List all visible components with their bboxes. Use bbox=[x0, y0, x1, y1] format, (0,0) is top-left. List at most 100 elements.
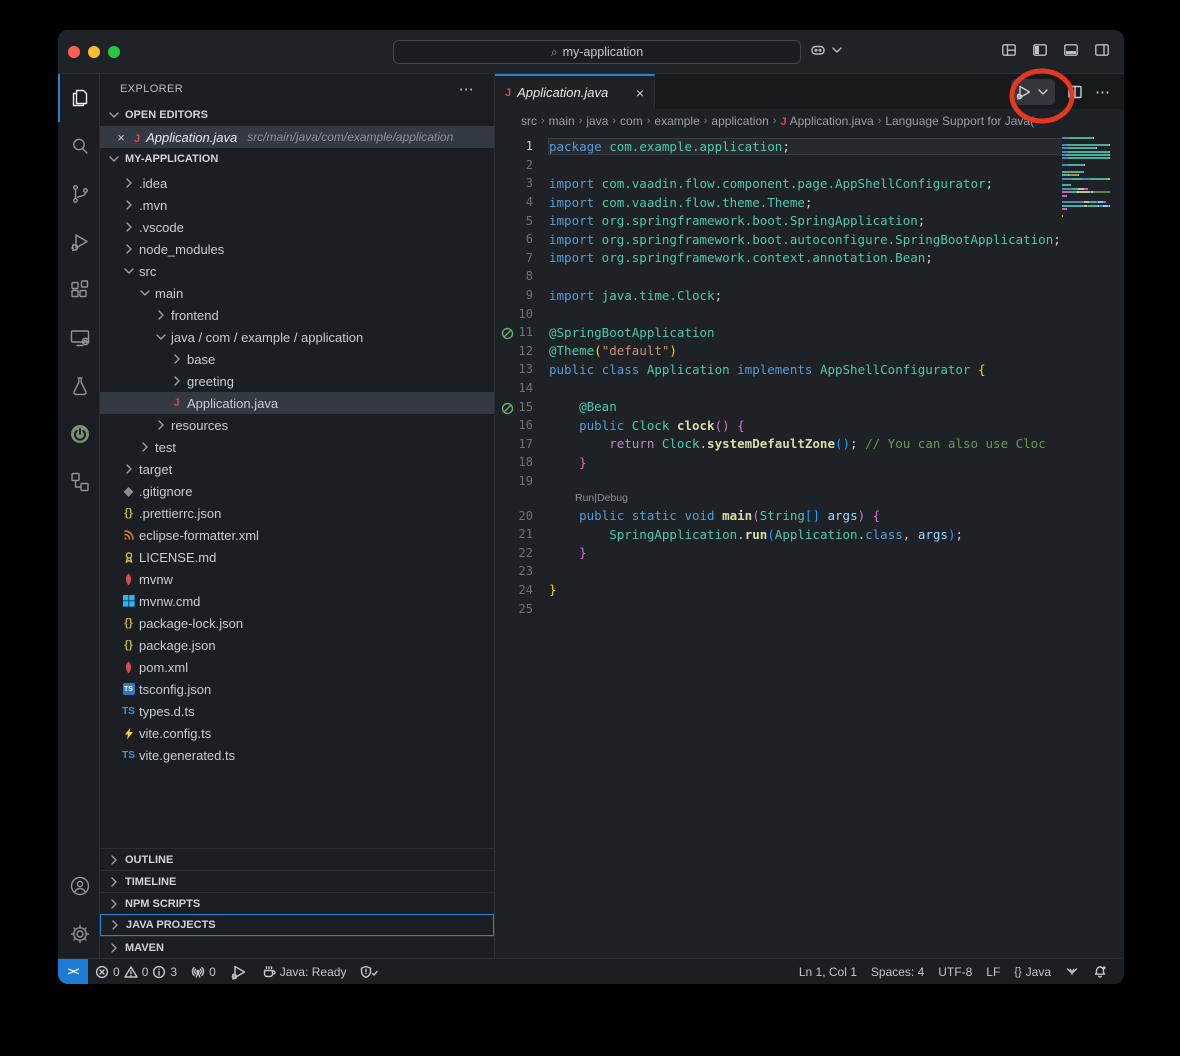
warning-count: 0 bbox=[142, 965, 149, 979]
breadcrumb-language-support-for-java-[interactable]: Language Support for Java( bbox=[885, 114, 1034, 128]
activity-source-control[interactable] bbox=[58, 170, 99, 218]
tree-item-base[interactable]: base bbox=[100, 348, 494, 370]
activity-settings[interactable] bbox=[58, 910, 99, 958]
tree-item-pom-xml[interactable]: pom.xml bbox=[100, 656, 494, 678]
tree-item-label: src bbox=[139, 264, 156, 279]
activity-spring-boot-dashboard[interactable] bbox=[58, 410, 99, 458]
tree-item-mvnw[interactable]: mvnw bbox=[100, 568, 494, 590]
breadcrumb-application[interactable]: application bbox=[711, 114, 768, 128]
tree-item--vscode[interactable]: .vscode bbox=[100, 216, 494, 238]
activity-remote-explorer[interactable] bbox=[58, 314, 99, 362]
tree-item-package-json[interactable]: {}package.json bbox=[100, 634, 494, 656]
language-mode[interactable]: {}Java bbox=[1007, 959, 1058, 984]
breadcrumb-com[interactable]: com bbox=[620, 114, 643, 128]
activity-testing[interactable] bbox=[58, 362, 99, 410]
run-java-button[interactable] bbox=[1011, 79, 1055, 105]
panel-right-icon[interactable] bbox=[1094, 42, 1110, 58]
tree-item-java-com-example-application[interactable]: java / com / example / application bbox=[100, 326, 494, 348]
command-center-search[interactable]: ⌕ my-application bbox=[393, 40, 801, 64]
indentation[interactable]: Spaces: 4 bbox=[864, 959, 931, 984]
tree-item-mvnw-cmd[interactable]: mvnw.cmd bbox=[100, 590, 494, 612]
activity-search[interactable] bbox=[58, 122, 99, 170]
editor-more-actions-button[interactable]: ⋯ bbox=[1095, 83, 1110, 101]
tab-application-java[interactable]: J Application.java × bbox=[495, 74, 655, 109]
tree-item-label: test bbox=[155, 440, 176, 455]
encoding[interactable]: UTF-8 bbox=[931, 959, 979, 984]
breadcrumb-application-java[interactable]: JApplication.java bbox=[780, 114, 873, 128]
customize-layout-icon[interactable] bbox=[1001, 42, 1017, 58]
codelens-debug-link[interactable]: Debug bbox=[597, 492, 628, 504]
tree-item-tsconfig-json[interactable]: TStsconfig.json bbox=[100, 678, 494, 700]
cursor-position[interactable]: Ln 1, Col 1 bbox=[792, 959, 864, 984]
tree-item-node-modules[interactable]: node_modules bbox=[100, 238, 494, 260]
split-editor-icon[interactable] bbox=[1067, 84, 1083, 100]
section-timeline[interactable]: TIMELINE bbox=[100, 870, 494, 892]
tree-item-test[interactable]: test bbox=[100, 436, 494, 458]
tree-item--mvn[interactable]: .mvn bbox=[100, 194, 494, 216]
open-editors-header[interactable]: OPEN EDITORS bbox=[100, 104, 494, 126]
section-outline[interactable]: OUTLINE bbox=[100, 848, 494, 870]
code-editor[interactable]: 1package com.example.application;23impor… bbox=[495, 133, 1124, 958]
chevron-down-icon[interactable] bbox=[1035, 84, 1051, 100]
close-window-button[interactable] bbox=[68, 46, 80, 58]
tree-item-application-java[interactable]: JApplication.java bbox=[100, 392, 494, 414]
project-root-header[interactable]: MY-APPLICATION bbox=[100, 148, 494, 170]
activity-explorer[interactable] bbox=[58, 74, 99, 122]
workspace-trust[interactable] bbox=[353, 959, 385, 984]
panel-left-icon[interactable] bbox=[1032, 42, 1048, 58]
tree-item-vite-config-ts[interactable]: vite.config.ts bbox=[100, 722, 494, 744]
breadcrumb-java[interactable]: java bbox=[586, 114, 608, 128]
section-maven[interactable]: MAVEN bbox=[100, 936, 494, 958]
section-npm-scripts[interactable]: NPM SCRIPTS bbox=[100, 892, 494, 914]
activity-java-projects[interactable] bbox=[58, 458, 99, 506]
line-number: 1 bbox=[495, 139, 549, 153]
vaadin-status[interactable] bbox=[1058, 959, 1086, 984]
minimize-window-button[interactable] bbox=[88, 46, 100, 58]
code-line-21: 21 SpringApplication.run(Application.cla… bbox=[495, 525, 1124, 544]
tree-item--idea[interactable]: .idea bbox=[100, 172, 494, 194]
tree-item--prettierrc-json[interactable]: {}.prettierrc.json bbox=[100, 502, 494, 524]
tree-item--gitignore[interactable]: ◆.gitignore bbox=[100, 480, 494, 502]
section-java-projects[interactable]: JAVA PROJECTS bbox=[100, 914, 494, 936]
minimap[interactable] bbox=[1062, 135, 1110, 958]
open-editor-item[interactable]: ×JApplication.javasrc/main/java/com/exam… bbox=[100, 126, 494, 148]
breadcrumb-example[interactable]: example bbox=[654, 114, 699, 128]
spring-bean-icon[interactable] bbox=[501, 327, 514, 340]
java-status[interactable]: Java: Ready bbox=[255, 959, 354, 984]
remote-indicator[interactable]: >< bbox=[58, 959, 88, 984]
close-editor-icon[interactable]: × bbox=[114, 130, 128, 145]
breadcrumb-main[interactable]: main bbox=[549, 114, 575, 128]
minimap-line bbox=[1062, 157, 1110, 159]
tree-item-greeting[interactable]: greeting bbox=[100, 370, 494, 392]
tree-item-package-lock-json[interactable]: {}package-lock.json bbox=[100, 612, 494, 634]
chevron-right-icon bbox=[120, 241, 137, 257]
activity-extensions[interactable] bbox=[58, 266, 99, 314]
explorer-more-actions-button[interactable]: ⋯ bbox=[459, 80, 474, 98]
panel-bottom-icon[interactable] bbox=[1063, 42, 1079, 58]
line-number: 8 bbox=[495, 269, 549, 283]
eol[interactable]: LF bbox=[979, 959, 1007, 984]
tree-item-resources[interactable]: resources bbox=[100, 414, 494, 436]
tree-item-vite-generated-ts[interactable]: TSvite.generated.ts bbox=[100, 744, 494, 766]
code-line-10: 10 bbox=[495, 304, 1124, 323]
breadcrumb-src[interactable]: src bbox=[521, 114, 537, 128]
tree-item-main[interactable]: main bbox=[100, 282, 494, 304]
tree-item-types-d-ts[interactable]: TStypes.d.ts bbox=[100, 700, 494, 722]
copilot-menu[interactable] bbox=[810, 42, 845, 58]
ports[interactable]: 0 bbox=[184, 959, 223, 984]
minimap-line bbox=[1062, 140, 1110, 142]
run-java[interactable] bbox=[223, 959, 255, 984]
tree-item-license-md[interactable]: LICENSE.md bbox=[100, 546, 494, 568]
activity-run-debug[interactable] bbox=[58, 218, 99, 266]
activity-accounts[interactable] bbox=[58, 862, 99, 910]
notifications[interactable] bbox=[1086, 959, 1114, 984]
zoom-window-button[interactable] bbox=[108, 46, 120, 58]
close-tab-icon[interactable]: × bbox=[636, 85, 644, 101]
tree-item-src[interactable]: src bbox=[100, 260, 494, 282]
tree-item-eclipse-formatter-xml[interactable]: eclipse-formatter.xml bbox=[100, 524, 494, 546]
tree-item-frontend[interactable]: frontend bbox=[100, 304, 494, 326]
codelens-run-link[interactable]: Run bbox=[575, 492, 594, 504]
problems[interactable]: 003 bbox=[88, 959, 184, 984]
tree-item-target[interactable]: target bbox=[100, 458, 494, 480]
spring-bean-icon[interactable] bbox=[501, 402, 514, 415]
